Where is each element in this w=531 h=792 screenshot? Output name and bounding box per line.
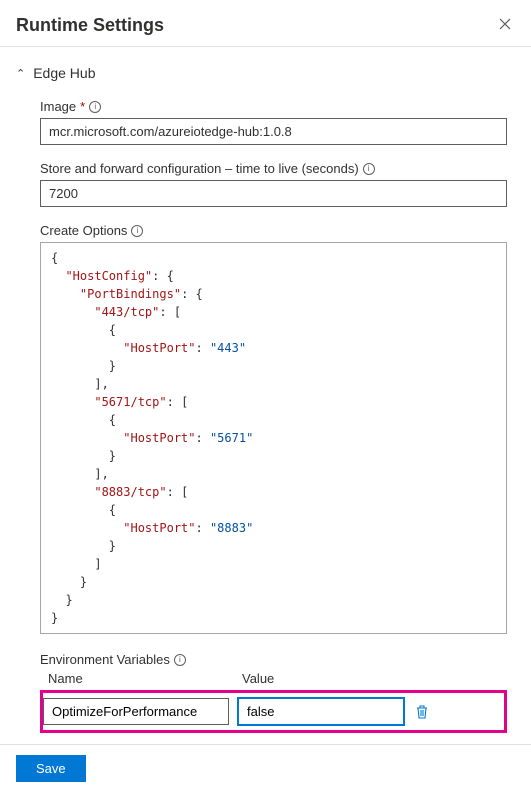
footer: Save — [0, 744, 531, 792]
delete-row-button[interactable] — [415, 704, 429, 720]
create-options-field-group: Create Options i { "HostConfig": { "Port… — [40, 223, 507, 634]
section-title: Edge Hub — [33, 65, 95, 81]
required-indicator: * — [80, 99, 85, 114]
save-button[interactable]: Save — [16, 755, 86, 782]
image-field-group: Image * i — [40, 99, 507, 145]
ttl-field-group: Store and forward configuration – time t… — [40, 161, 507, 207]
close-icon — [499, 18, 511, 30]
env-value-input[interactable] — [237, 697, 405, 726]
create-options-editor[interactable]: { "HostConfig": { "PortBindings": { "443… — [40, 242, 507, 634]
image-label: Image * i — [40, 99, 507, 114]
image-input[interactable] — [40, 118, 507, 145]
env-row — [40, 690, 507, 733]
env-column-headers: Name Value — [40, 671, 507, 686]
env-variables-section: Environment Variables i Name Value — [40, 652, 507, 733]
ttl-label: Store and forward configuration – time t… — [40, 161, 507, 176]
env-col-name-header: Name — [48, 671, 242, 686]
info-icon[interactable]: i — [174, 654, 186, 666]
close-button[interactable] — [495, 14, 515, 36]
info-icon[interactable]: i — [363, 163, 375, 175]
panel-title: Runtime Settings — [16, 15, 164, 36]
create-options-label: Create Options i — [40, 223, 507, 238]
chevron-up-icon: ⌃ — [16, 67, 25, 80]
ttl-input[interactable] — [40, 180, 507, 207]
env-col-value-header: Value — [242, 671, 507, 686]
info-icon[interactable]: i — [131, 225, 143, 237]
env-label: Environment Variables i — [40, 652, 507, 667]
edge-hub-section: ⌃ Edge Hub Image * i Store and forward c… — [16, 47, 531, 741]
section-toggle-edge-hub[interactable]: ⌃ Edge Hub — [16, 65, 531, 81]
env-name-input[interactable] — [43, 698, 229, 725]
panel-header: Runtime Settings — [0, 0, 531, 47]
info-icon[interactable]: i — [89, 101, 101, 113]
trash-icon — [415, 704, 429, 720]
section-body: Image * i Store and forward configuratio… — [16, 99, 531, 733]
scroll-area[interactable]: ⌃ Edge Hub Image * i Store and forward c… — [0, 47, 531, 747]
